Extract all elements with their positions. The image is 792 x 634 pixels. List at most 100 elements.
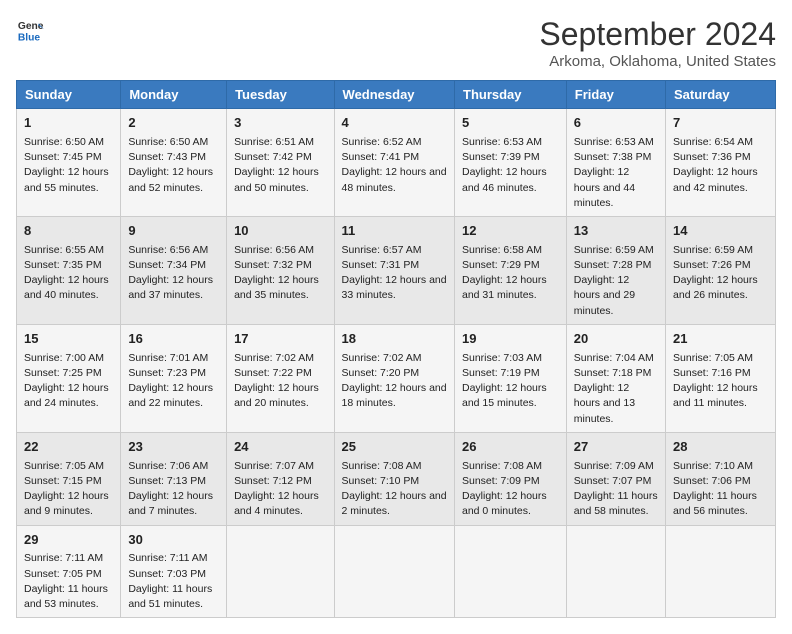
sunrise-text: Sunrise: 7:08 AM [342,460,422,472]
daylight-text: Daylight: 12 hours and 44 minutes. [574,166,635,208]
header-monday: Monday [121,81,227,109]
sunset-text: Sunset: 7:07 PM [574,475,652,487]
sunset-text: Sunset: 7:12 PM [234,475,312,487]
calendar-day-cell: 9Sunrise: 6:56 AMSunset: 7:34 PMDaylight… [121,216,227,324]
day-number: 26 [462,438,559,457]
sunrise-text: Sunrise: 7:08 AM [462,460,542,472]
sunrise-text: Sunrise: 7:05 AM [24,460,104,472]
calendar-day-cell: 2Sunrise: 6:50 AMSunset: 7:43 PMDaylight… [121,109,227,217]
daylight-text: Daylight: 12 hours and 40 minutes. [24,274,109,301]
day-number: 28 [673,438,768,457]
title-section: September 2024 Arkoma, Oklahoma, United … [539,16,776,70]
daylight-text: Daylight: 12 hours and 20 minutes. [234,382,319,409]
page-title: September 2024 [539,16,776,53]
sunset-text: Sunset: 7:41 PM [342,151,420,163]
day-number: 11 [342,222,447,241]
day-number: 27 [574,438,658,457]
calendar-week-row: 1Sunrise: 6:50 AMSunset: 7:45 PMDaylight… [17,109,776,217]
sunrise-text: Sunrise: 7:11 AM [24,552,103,564]
sunrise-text: Sunrise: 6:56 AM [128,244,208,256]
calendar-day-cell: 8Sunrise: 6:55 AMSunset: 7:35 PMDaylight… [17,216,121,324]
sunset-text: Sunset: 7:45 PM [24,151,102,163]
sunrise-text: Sunrise: 7:09 AM [574,460,654,472]
calendar-day-cell: 6Sunrise: 6:53 AMSunset: 7:38 PMDaylight… [566,109,665,217]
sunrise-text: Sunrise: 7:02 AM [342,352,422,364]
sunset-text: Sunset: 7:42 PM [234,151,312,163]
calendar-day-cell: 26Sunrise: 7:08 AMSunset: 7:09 PMDayligh… [455,432,567,525]
sunrise-text: Sunrise: 6:54 AM [673,136,753,148]
header-wednesday: Wednesday [334,81,454,109]
sunset-text: Sunset: 7:18 PM [574,367,652,379]
sunset-text: Sunset: 7:09 PM [462,475,540,487]
calendar-day-cell: 3Sunrise: 6:51 AMSunset: 7:42 PMDaylight… [227,109,334,217]
day-number: 6 [574,114,658,133]
sunset-text: Sunset: 7:31 PM [342,259,420,271]
calendar-day-cell: 10Sunrise: 6:56 AMSunset: 7:32 PMDayligh… [227,216,334,324]
svg-text:Blue: Blue [18,32,41,43]
calendar-day-cell: 4 Sunrise: 6:52 AM Sunset: 7:41 PM Daylight… [334,109,454,217]
day-number: 29 [24,531,113,550]
daylight-text: Daylight: 12 hours and 18 minutes. [342,382,447,409]
header-saturday: Saturday [666,81,776,109]
sunrise-text: Sunrise: 6:50 AM [128,136,208,148]
sunset-text: Sunset: 7:34 PM [128,259,206,271]
calendar-day-cell: 21Sunrise: 7:05 AMSunset: 7:16 PMDayligh… [666,324,776,432]
sunrise-text: Sunrise: 6:55 AM [24,244,104,256]
sunset-text: Sunset: 7:39 PM [462,151,540,163]
logo: General Blue [16,16,44,44]
daylight-text: Daylight: 12 hours and 52 minutes. [128,166,213,193]
sunset-text: Sunset: 7:10 PM [342,475,420,487]
weekday-header-row: Sunday Monday Tuesday Wednesday Thursday… [17,81,776,109]
calendar-day-cell: 7Sunrise: 6:54 AMSunset: 7:36 PMDaylight… [666,109,776,217]
calendar-day-cell: 22Sunrise: 7:05 AMSunset: 7:15 PMDayligh… [17,432,121,525]
header-friday: Friday [566,81,665,109]
day-number: 14 [673,222,768,241]
sunrise-text: Sunrise: 6:59 AM [574,244,654,256]
daylight-text: Daylight: 12 hours and 48 minutes. [342,166,447,193]
sunset-text: Sunset: 7:03 PM [128,568,206,580]
calendar-day-cell [334,525,454,618]
sunrise-text: Sunrise: 6:53 AM [574,136,654,148]
day-number: 12 [462,222,559,241]
calendar-day-cell: 14Sunrise: 6:59 AMSunset: 7:26 PMDayligh… [666,216,776,324]
sunrise-text: Sunrise: 7:04 AM [574,352,654,364]
day-number: 4 [342,114,447,133]
sunset-text: Sunset: 7:23 PM [128,367,206,379]
daylight-text: Daylight: 12 hours and 46 minutes. [462,166,547,193]
calendar-day-cell: 19Sunrise: 7:03 AMSunset: 7:19 PMDayligh… [455,324,567,432]
sunset-text: Sunset: 7:28 PM [574,259,652,271]
daylight-text: Daylight: 12 hours and 26 minutes. [673,274,758,301]
calendar-week-row: 8Sunrise: 6:55 AMSunset: 7:35 PMDaylight… [17,216,776,324]
calendar-day-cell: 16Sunrise: 7:01 AMSunset: 7:23 PMDayligh… [121,324,227,432]
day-number: 17 [234,330,326,349]
day-number: 21 [673,330,768,349]
sunrise-text: Sunrise: 7:02 AM [234,352,314,364]
daylight-text: Daylight: 11 hours and 53 minutes. [24,583,108,610]
calendar-day-cell: 12Sunrise: 6:58 AMSunset: 7:29 PMDayligh… [455,216,567,324]
daylight-text: Daylight: 12 hours and 33 minutes. [342,274,447,301]
header: General Blue September 2024 Arkoma, Okla… [16,16,776,70]
sunrise-text: Sunrise: 6:50 AM [24,136,104,148]
day-number: 13 [574,222,658,241]
day-number: 8 [24,222,113,241]
daylight-text: Daylight: 12 hours and 35 minutes. [234,274,319,301]
calendar-day-cell: 1Sunrise: 6:50 AMSunset: 7:45 PMDaylight… [17,109,121,217]
sunset-text: Sunset: 7:05 PM [24,568,102,580]
calendar-table: Sunday Monday Tuesday Wednesday Thursday… [16,80,776,618]
daylight-text: Daylight: 12 hours and 50 minutes. [234,166,319,193]
calendar-day-cell: 27Sunrise: 7:09 AMSunset: 7:07 PMDayligh… [566,432,665,525]
header-tuesday: Tuesday [227,81,334,109]
calendar-day-cell: 25Sunrise: 7:08 AMSunset: 7:10 PMDayligh… [334,432,454,525]
calendar-day-cell: 13Sunrise: 6:59 AMSunset: 7:28 PMDayligh… [566,216,665,324]
daylight-text: Daylight: 12 hours and 37 minutes. [128,274,213,301]
calendar-day-cell: 29 Sunrise: 7:11 AM Sunset: 7:05 PM Dayligh… [17,525,121,618]
header-thursday: Thursday [455,81,567,109]
daylight-text: Daylight: 12 hours and 4 minutes. [234,490,319,517]
sunset-text: Sunset: 7:25 PM [24,367,102,379]
sunrise-text: Sunrise: 6:52 AM [342,136,422,148]
daylight-text: Daylight: 12 hours and 11 minutes. [673,382,758,409]
daylight-text: Daylight: 12 hours and 9 minutes. [24,490,109,517]
day-number: 16 [128,330,219,349]
daylight-text: Daylight: 12 hours and 22 minutes. [128,382,213,409]
day-number: 19 [462,330,559,349]
